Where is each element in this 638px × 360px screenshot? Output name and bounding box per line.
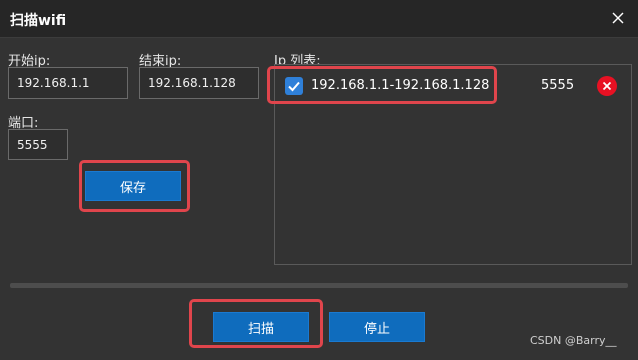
checkmark-icon — [288, 81, 300, 92]
item-port: 5555 — [541, 78, 575, 93]
item-ip-range: 192.168.1.1-192.168.1.128 — [311, 78, 490, 93]
scan-button[interactable]: 扫描 — [213, 312, 309, 342]
window-title: 扫描wifi — [10, 13, 67, 29]
save-button-label: 保存 — [119, 180, 146, 196]
scan-button-label: 扫描 — [247, 321, 274, 337]
save-button[interactable]: 保存 — [85, 171, 181, 201]
list-item[interactable]: 192.168.1.1-192.168.1.128 5555 — [275, 69, 631, 103]
end-ip-input[interactable] — [139, 67, 259, 99]
item-checkbox[interactable] — [285, 77, 303, 95]
start-ip-input[interactable] — [8, 67, 128, 99]
close-icon — [612, 12, 624, 24]
stop-button-label: 停止 — [363, 321, 390, 337]
port-input[interactable] — [8, 129, 68, 160]
delete-item-button[interactable] — [597, 76, 617, 96]
title-bar: 扫描wifi — [0, 0, 638, 38]
scan-wifi-dialog: 扫描wifi 开始ip: 结束ip: 端口: 保存 Ip 列表: 192.168… — [0, 0, 638, 360]
watermark: CSDN @Barry__ — [530, 334, 617, 347]
ip-list: 192.168.1.1-192.168.1.128 5555 — [274, 64, 632, 265]
close-button[interactable] — [606, 6, 630, 30]
stop-button[interactable]: 停止 — [329, 312, 425, 342]
separator — [10, 283, 628, 288]
close-circle-icon — [602, 81, 612, 91]
